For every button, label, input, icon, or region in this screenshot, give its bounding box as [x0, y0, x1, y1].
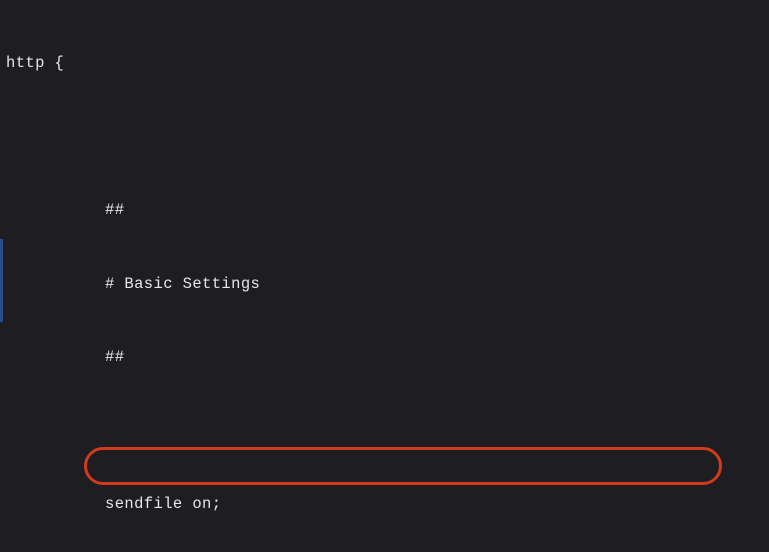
- code-line: ##: [6, 345, 769, 370]
- code-line: ##: [6, 198, 769, 223]
- code-line: http {: [6, 51, 769, 76]
- code-line: # Basic Settings: [6, 272, 769, 297]
- code-line: sendfile on;: [6, 492, 769, 517]
- code-line: [6, 125, 769, 150]
- code-line: [6, 419, 769, 444]
- code-editor[interactable]: http { ## # Basic Settings ## sendfile o…: [0, 0, 769, 552]
